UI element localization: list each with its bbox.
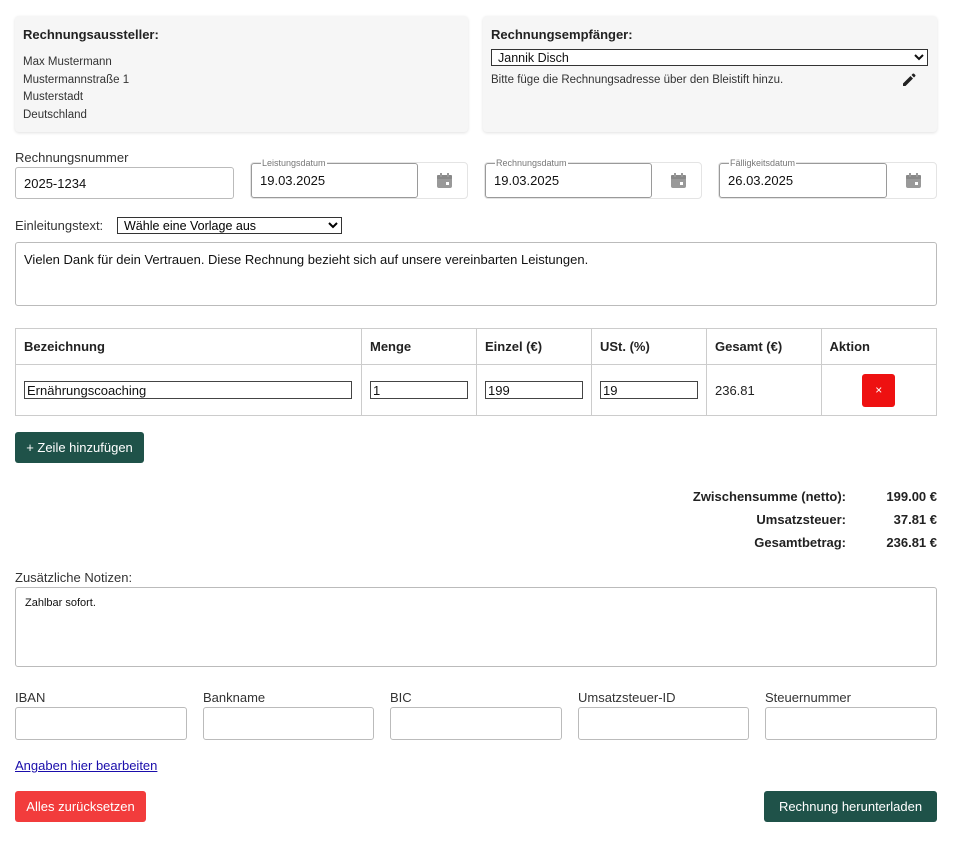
vat-total-label: Umsatzsteuer: [756,512,846,527]
notes-textarea[interactable]: Zahlbar sofort. [15,587,937,667]
service-date-value: 19.03.2025 [260,173,326,188]
cell-unit-price [475,364,592,416]
subtotal-label: Zwischensumme (netto): [692,489,846,504]
grand-total-label: Gesamtbetrag: [754,535,846,550]
bankname-input[interactable] [203,707,374,740]
due-date-value: 26.03.2025 [728,173,794,188]
pencil-icon[interactable] [901,72,917,88]
service-date-input[interactable]: 19.03.2025 [251,163,418,198]
header-action: Aktion [820,328,938,365]
tax-number-label: Steuernummer [765,690,851,705]
cell-description [15,364,362,416]
description-input[interactable] [24,381,352,399]
line-items-table: Bezeichnung Menge Einzel (€) USt. (%) Ge… [15,328,938,416]
reset-button[interactable]: Alles zurücksetzen [15,791,146,822]
intro-textarea[interactable]: Vielen Dank für dein Vertrauen. Diese Re… [15,242,937,306]
due-date-label: Fälligkeitsdatum [729,158,797,168]
recipient-title: Rechnungsempfänger: [491,27,633,42]
vat-id-label: Umsatzsteuer-ID [578,690,676,705]
header-total: Gesamt (€) [705,328,822,365]
invoice-number-label: Rechnungsnummer [15,150,129,165]
download-invoice-button[interactable]: Rechnung herunterladen [764,791,937,822]
invoice-date-input[interactable]: 19.03.2025 [485,163,652,198]
grand-total-value: 236.81 € [886,535,937,550]
bic-label: BIC [390,690,412,705]
invoice-date-picker: 19.03.2025 Rechnungsdatum [484,158,702,199]
header-unit-price: Einzel (€) [475,328,592,365]
header-quantity: Menge [360,328,477,365]
invoice-number-input[interactable]: 2025-1234 [15,167,234,199]
cell-action: × [820,364,938,416]
due-date-picker: 26.03.2025 Fälligkeitsdatum [718,158,937,199]
sender-address: Max Mustermann Mustermannstraße 1 Muster… [23,54,460,124]
calendar-icon[interactable] [436,173,453,189]
sender-card: Rechnungsaussteller: Max Mustermann Must… [15,16,468,132]
recipient-select[interactable]: Jannik Disch [491,49,928,66]
calendar-icon[interactable] [670,173,687,189]
service-date-picker: 19.03.2025 Leistungsdatum [250,158,468,199]
notes-label: Zusätzliche Notizen: [15,570,133,585]
unit-price-input[interactable] [484,381,583,399]
delete-row-button[interactable]: × [862,373,896,407]
sender-name: Max Mustermann [23,56,112,68]
quantity-input[interactable] [369,381,468,399]
sender-country: Deutschland [23,108,87,121]
invoice-number-value: 2025-1234 [24,176,87,191]
vat-input[interactable] [599,381,698,399]
service-date-label: Leistungsdatum [261,158,327,168]
invoice-date-label: Rechnungsdatum [495,158,568,168]
edit-details-link[interactable]: Angaben hier bearbeiten [15,758,157,773]
vat-total-value: 37.81 € [893,512,937,527]
intro-label: Einleitungstext: [15,218,104,233]
calendar-icon[interactable] [905,173,922,189]
cell-quantity [360,364,477,416]
recipient-card: Rechnungsempfänger: Jannik Disch Bitte f… [483,16,937,132]
sender-street: Mustermannstraße 1 [23,73,130,86]
add-row-button[interactable]: + Zeile hinzufügen [15,432,144,463]
iban-input[interactable] [15,707,187,740]
tax-number-input[interactable] [765,707,937,740]
header-description: Bezeichnung [15,328,362,365]
due-date-input[interactable]: 26.03.2025 [719,163,887,198]
table-header-row: Bezeichnung Menge Einzel (€) USt. (%) Ge… [15,328,938,365]
cell-total: 236.81 [705,364,822,416]
table-row: 236.81 × [15,364,938,416]
recipient-hint: Bitte füge die Rechnungsadresse über den… [491,74,784,86]
bankname-label: Bankname [203,690,266,705]
intro-template-select[interactable]: Wähle eine Vorlage aus [117,217,342,234]
vat-id-input[interactable] [578,707,749,740]
cell-vat [590,364,707,416]
header-vat: USt. (%) [590,328,707,365]
invoice-date-value: 19.03.2025 [494,173,560,188]
sender-title: Rechnungsaussteller: [23,27,159,42]
sender-city: Musterstadt [23,91,84,103]
bic-input[interactable] [390,707,562,740]
subtotal-value: 199.00 € [886,489,937,504]
iban-label: IBAN [15,690,46,705]
